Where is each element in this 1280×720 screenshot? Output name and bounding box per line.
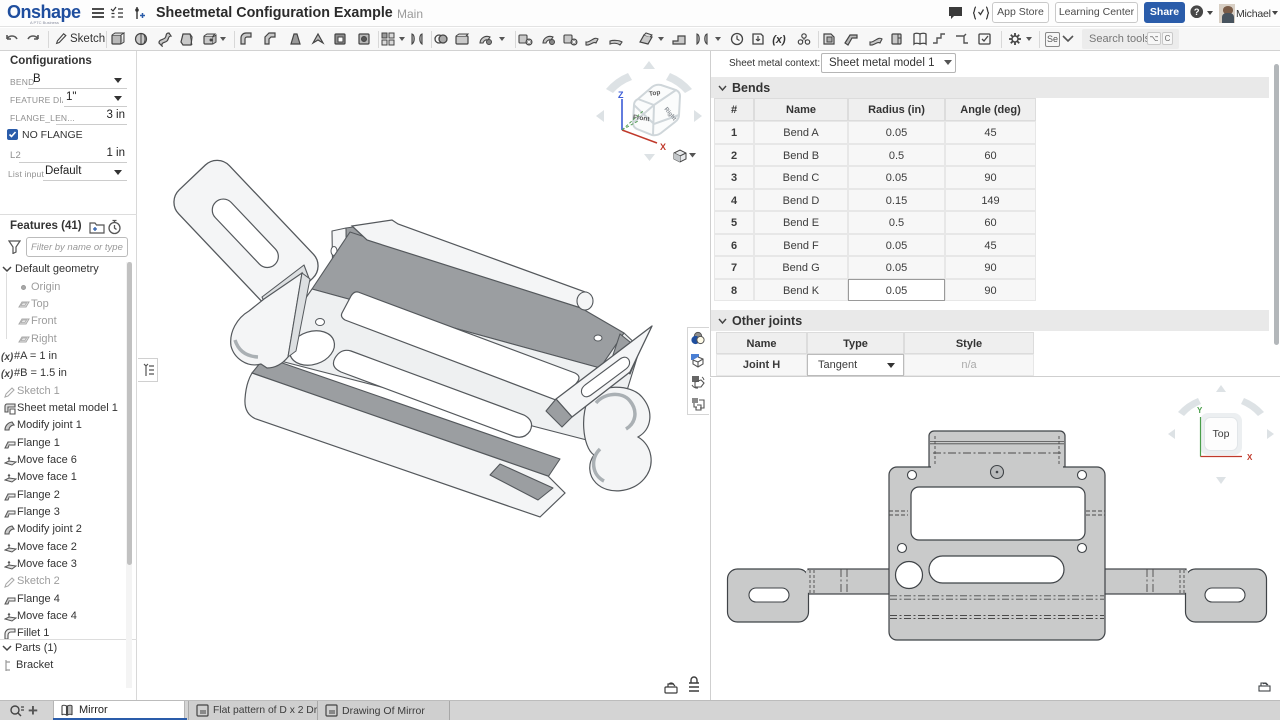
svg-text:X: X [1247,453,1253,462]
svg-text:Top: Top [1213,428,1230,440]
svg-text:Y: Y [1197,406,1203,415]
svg-text:X: X [660,142,666,152]
svg-text:Z: Z [618,90,624,100]
svg-text:?: ? [1194,7,1200,17]
svg-text:(x): (x) [772,34,786,46]
